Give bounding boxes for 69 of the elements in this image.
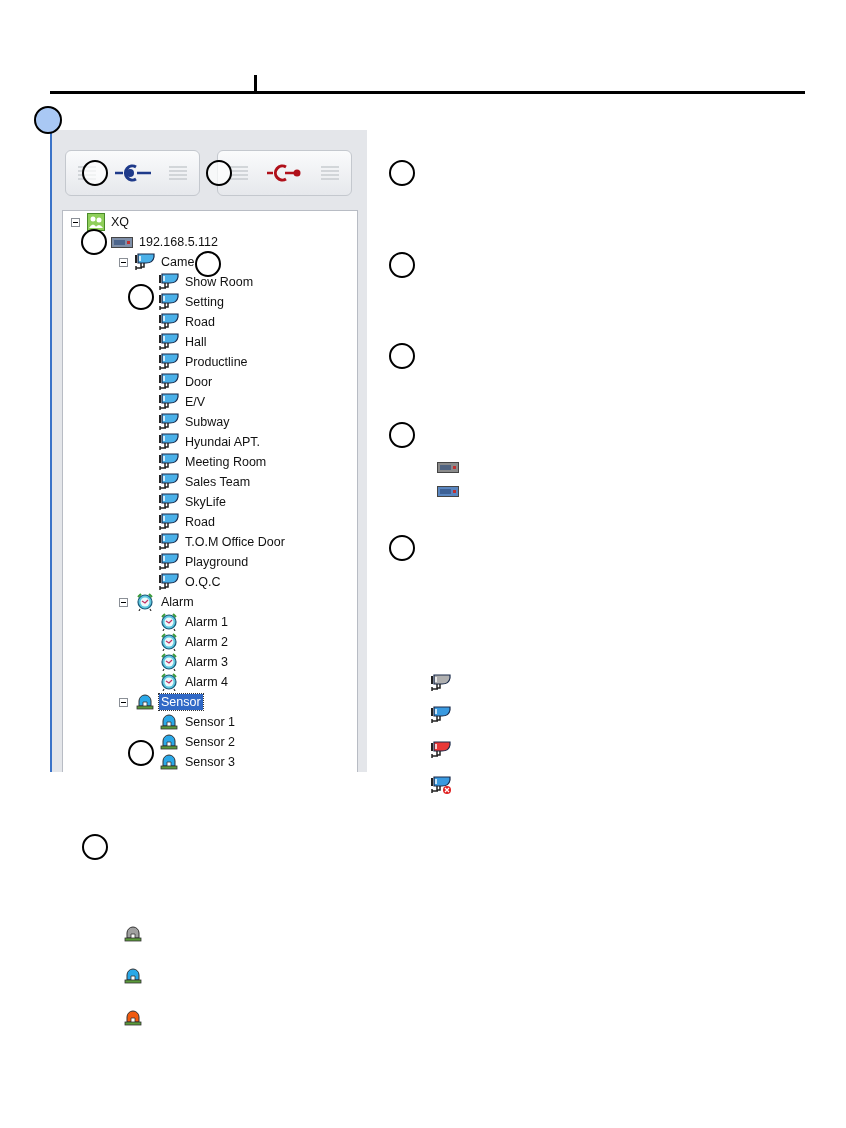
camera-icon (159, 533, 179, 551)
tree-item[interactable]: Meeting Room (183, 454, 269, 470)
camera-icon (159, 493, 179, 511)
camera-icon (159, 513, 179, 531)
tree-item[interactable]: Alarm 4 (183, 674, 231, 690)
camera-icon (159, 293, 179, 311)
tree-item[interactable]: Sensor (159, 694, 203, 710)
siren-icon (159, 733, 179, 751)
alarm-clock-icon (159, 653, 179, 671)
tree-item[interactable]: Road (183, 314, 217, 330)
tree-item[interactable]: Setting (183, 294, 226, 310)
server-icon (437, 486, 459, 497)
camera-icon (159, 573, 179, 591)
siren-icon (123, 925, 143, 943)
group-icon (87, 213, 105, 231)
tree-item[interactable]: Subway (183, 414, 232, 430)
server-icon (111, 236, 133, 248)
camera-icon (159, 473, 179, 491)
siren-icon (123, 967, 143, 985)
tree-item[interactable]: Sensor 1 (183, 714, 238, 730)
camera-icon (159, 393, 179, 411)
tree-item[interactable]: SkyLife (183, 494, 228, 510)
disconnect-button[interactable] (217, 150, 352, 196)
collapse-icon[interactable] (71, 217, 80, 227)
tree-item[interactable]: Sensor 3 (183, 754, 238, 770)
connect-button[interactable] (65, 150, 200, 196)
siren-icon (123, 1009, 143, 1027)
alarm-clock-icon (159, 613, 179, 631)
camera-icon (159, 433, 179, 451)
tree-item[interactable]: Hall (183, 334, 209, 350)
camera-icon (159, 373, 179, 391)
tree-item[interactable]: Alarm 1 (183, 614, 231, 630)
tree-item[interactable]: Show Room (183, 274, 256, 290)
camera-icon (159, 313, 179, 331)
tree-item[interactable]: Road (183, 514, 217, 530)
tree-item[interactable]: T.O.M Office Door (183, 534, 287, 550)
tree-item[interactable]: O.Q.C (183, 574, 223, 590)
camera-icon (159, 353, 179, 371)
collapse-icon[interactable] (119, 257, 128, 267)
tree-item[interactable]: Came (159, 254, 197, 270)
alarm-clock-icon (159, 673, 179, 691)
tree-item[interactable]: 192.168.5.112 (137, 234, 220, 250)
siren-icon (135, 693, 155, 711)
siren-icon (159, 713, 179, 731)
server-icon (437, 462, 459, 473)
camera-icon (159, 333, 179, 351)
alarm-clock-icon (159, 633, 179, 651)
camera-icon (159, 553, 179, 571)
grip-icon (230, 166, 248, 180)
camera-icon (159, 453, 179, 471)
tree-item[interactable]: XQ (109, 214, 132, 230)
grip-icon (169, 166, 187, 180)
tree-item[interactable]: E/V (183, 394, 208, 410)
camera-icon (135, 253, 155, 271)
camera-icon (159, 413, 179, 431)
tree-item[interactable]: Door (183, 374, 215, 390)
tree-item[interactable]: Alarm 3 (183, 654, 231, 670)
tree-item[interactable]: Alarm (159, 594, 196, 610)
tree-item[interactable]: Hyundai APT. (183, 434, 263, 450)
tree-item[interactable]: Sales Team (183, 474, 253, 490)
alarm-clock-icon (135, 593, 155, 611)
grip-icon (321, 166, 339, 180)
collapse-icon[interactable] (119, 597, 128, 607)
collapse-icon[interactable] (119, 697, 128, 707)
tree-item[interactable]: Productline (183, 354, 250, 370)
tree-item[interactable]: Playground (183, 554, 251, 570)
tree-item[interactable]: Sensor 2 (183, 734, 238, 750)
camera-icon (159, 273, 179, 291)
tree-item[interactable]: Alarm 2 (183, 634, 231, 650)
